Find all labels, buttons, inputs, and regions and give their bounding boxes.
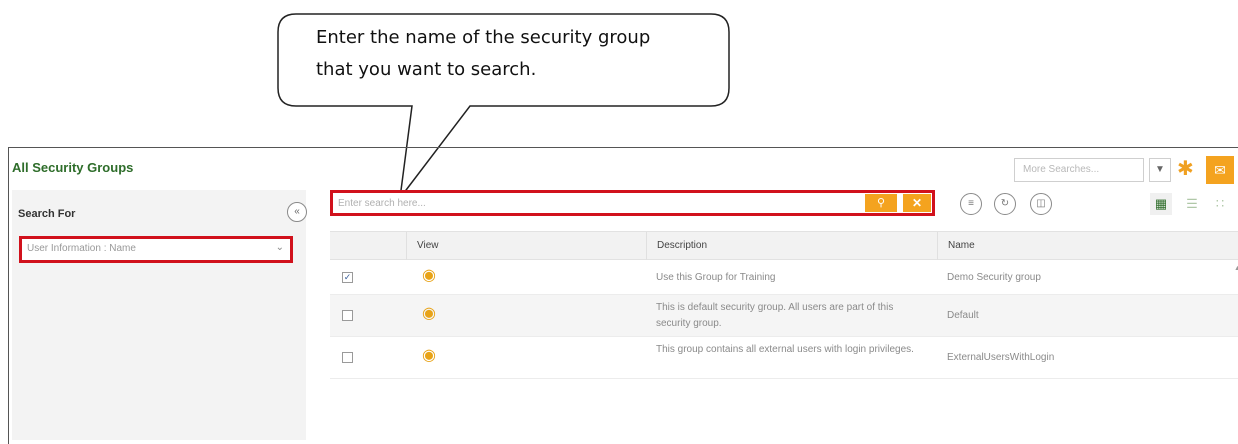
search-for-label: Search For — [18, 208, 76, 220]
grid-view-icon[interactable]: ▦ — [1150, 193, 1172, 215]
list-view-icon[interactable]: ☰ — [1181, 193, 1203, 215]
row-checkbox[interactable] — [342, 310, 353, 321]
search-field-select[interactable]: User Information : Name ⌄ — [19, 236, 293, 263]
security-groups-table: View Description Name ▲ ✓ ◉ Use this Gro… — [330, 231, 1238, 437]
close-icon: ✕ — [911, 196, 923, 210]
row-checkbox[interactable] — [342, 352, 353, 363]
clear-search-button[interactable]: ✕ — [903, 194, 931, 212]
page-title: All Security Groups — [12, 160, 134, 175]
tile-view-icon[interactable]: ∷ — [1209, 193, 1231, 215]
refresh-icon[interactable]: ↻ — [994, 193, 1016, 215]
search-icon: ⚲ — [876, 197, 886, 209]
mail-icon[interactable]: ✉ — [1206, 156, 1234, 184]
row-name: ExternalUsersWithLogin — [947, 352, 1055, 363]
row-name: Demo Security group — [947, 272, 1041, 283]
export-icon[interactable]: ◫ — [1030, 193, 1052, 215]
more-searches-dropdown[interactable]: More Searches... — [1014, 158, 1144, 182]
row-checkbox[interactable]: ✓ — [342, 272, 353, 283]
chevron-down-icon[interactable]: ▼ — [1149, 158, 1171, 182]
eye-icon[interactable]: ◉ — [422, 348, 436, 364]
column-header-name[interactable]: Name — [937, 232, 1238, 260]
column-header-view[interactable]: View — [406, 232, 646, 260]
eye-icon[interactable]: ◉ — [422, 306, 436, 322]
row-name: Default — [947, 310, 979, 321]
table-row[interactable]: ✓ ◉ Use this Group for Training Demo Sec… — [330, 261, 1238, 295]
table-row[interactable]: ◉ This is default security group. All us… — [330, 295, 1238, 337]
table-header: View Description Name — [330, 231, 1238, 260]
search-input[interactable] — [336, 195, 856, 212]
callout-text: Enter the name of the security group tha… — [316, 22, 716, 86]
search-for-panel: Search For « User Information : Name ⌄ — [12, 190, 307, 440]
chevron-down-icon: ⌄ — [275, 242, 284, 253]
security-groups-window: All Security Groups More Searches... ▼ ✱… — [8, 147, 1238, 444]
callout-line-2: that you want to search. — [316, 59, 537, 80]
row-description: Use this Group for Training — [656, 272, 776, 283]
eye-icon[interactable]: ◉ — [422, 268, 436, 284]
callout-line-1: Enter the name of the security group — [316, 27, 651, 48]
star-icon[interactable]: ✱ — [1177, 157, 1194, 181]
search-bar: ⚲ ✕ — [330, 190, 935, 216]
search-field-value: User Information : Name — [27, 243, 136, 254]
double-chevron-left-icon[interactable]: « — [287, 202, 307, 222]
search-button[interactable]: ⚲ — [865, 194, 897, 212]
table-row[interactable]: ◉ This group contains all external users… — [330, 337, 1238, 379]
column-header-description[interactable]: Description — [646, 232, 937, 260]
row-description: This group contains all external users w… — [656, 344, 914, 355]
list-details-icon[interactable]: ≡ — [960, 193, 982, 215]
row-description: This is default security group. All user… — [656, 302, 894, 329]
